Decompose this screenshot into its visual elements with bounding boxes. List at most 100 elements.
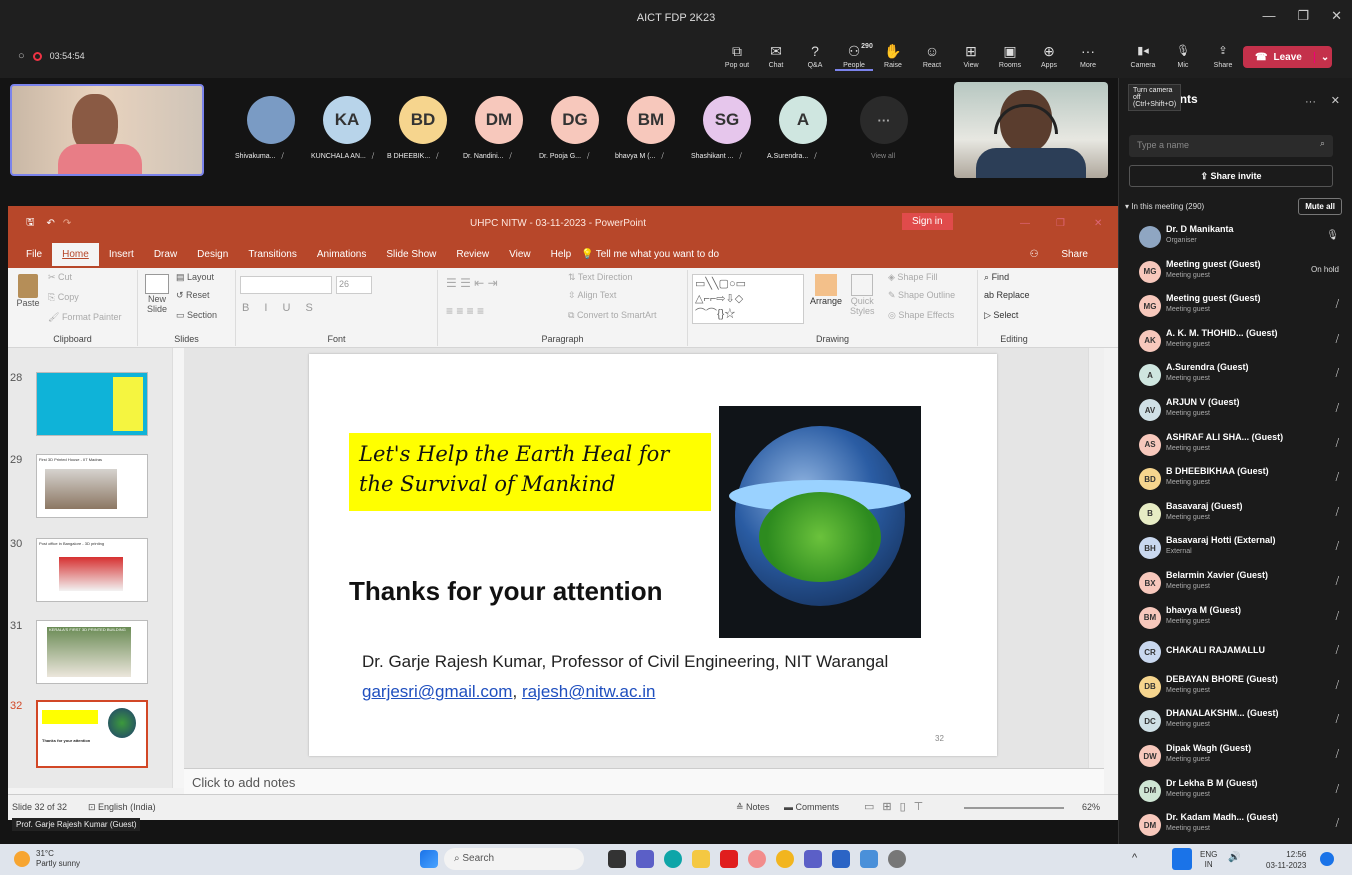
participant-row[interactable]: DM Dr. Kadam Madh... (Guest) Meeting guest… <box>1119 808 1352 842</box>
windows-start-icon[interactable] <box>420 850 438 868</box>
participant-row[interactable]: AK A. K. M. THOHID... (Guest) Meeting gues… <box>1119 324 1352 358</box>
toolbar-button-qa[interactable]: ? Q&A <box>796 43 834 71</box>
participant-row[interactable]: AV ARJUN V (Guest) Meeting guest ⧸ <box>1119 393 1352 427</box>
ribbon-tab-insert[interactable]: Insert <box>99 249 144 260</box>
share-button[interactable]: ⇪ Share <box>1204 43 1242 69</box>
panel-more-icon[interactable]: ··· <box>1305 96 1316 108</box>
email-link-1[interactable]: garjesri@gmail.com <box>362 682 512 701</box>
toolbar-button-people[interactable]: ⚇ 290 People <box>835 43 873 71</box>
ppt-share-button[interactable]: ⚇ Share <box>1010 249 1108 260</box>
participant-row[interactable]: BD B DHEEBIKHAA (Guest) Meeting guest ⧸ <box>1119 462 1352 496</box>
ribbon-tab-view[interactable]: View <box>499 249 541 260</box>
align-text-button[interactable]: ⇳ Align Text <box>568 290 616 301</box>
toolbar-button-chat[interactable]: ✉ Chat <box>757 43 795 71</box>
shapes-gallery[interactable]: ▭╲╲▢○▭ △⌐⌐⇨⇩◇ ⌒⌒{}☆ <box>692 274 804 324</box>
ppt-min-icon[interactable]: — <box>1020 218 1030 229</box>
notification-badge[interactable] <box>1320 852 1334 866</box>
participant-row[interactable]: MG Meeting guest (Guest) Meeting guest On h… <box>1119 255 1352 289</box>
ribbon-tab-slide-show[interactable]: Slide Show <box>376 249 446 260</box>
new-slide-button[interactable]: New Slide <box>142 274 172 314</box>
ppt-max-icon[interactable]: ❐ <box>1056 218 1065 229</box>
ppt-close-icon[interactable]: ✕ <box>1094 218 1102 229</box>
toolbar-button-react[interactable]: ☺ React <box>913 43 951 71</box>
participant-avatar[interactable]: BM <box>627 96 675 144</box>
participant-row[interactable]: Dr. D Manikanta Organiser 🎙 <box>1119 220 1352 254</box>
language-indicator[interactable]: ⊡ English (India) <box>88 802 156 813</box>
undo-icon[interactable]: ↶ <box>47 218 55 229</box>
slide-thumb-31[interactable]: KERALA'S FIRST 3D PRINTED BUILDING <box>36 620 148 684</box>
close-icon[interactable]: ✕ <box>1331 8 1342 24</box>
replace-button[interactable]: ab Replace <box>984 290 1030 300</box>
redo-icon[interactable]: ↷ <box>63 218 71 229</box>
edge-icon[interactable] <box>664 850 682 868</box>
canvas-scrollbar[interactable] <box>1088 348 1104 768</box>
comments-toggle[interactable]: ▬ Comments <box>784 802 839 812</box>
tell-me-input[interactable]: Tell me what you want to do <box>596 249 719 260</box>
current-slide[interactable]: Let's Help the Earth Heal for the Surviv… <box>309 354 997 756</box>
shape-outline-button[interactable]: ✎ Shape Outline <box>888 290 955 301</box>
file-explorer-icon[interactable] <box>692 850 710 868</box>
quick-styles-button[interactable]: Quick Styles <box>850 274 875 316</box>
participant-avatar[interactable]: DM <box>475 96 523 144</box>
participant-row[interactable]: MG Meeting guest (Guest) Meeting guest ⧸ <box>1119 289 1352 323</box>
paste-button[interactable]: Paste <box>14 274 42 308</box>
email-link-2[interactable]: rajesh@nitw.ac.in <box>522 682 656 701</box>
zoom-slider[interactable] <box>964 807 1064 809</box>
slide-thumb-30[interactable]: Post office in Bangalore - 3D printing <box>36 538 148 602</box>
participant-avatar[interactable]: BD <box>399 96 447 144</box>
copy-button[interactable]: ⎘ Copy <box>48 292 79 303</box>
participant-row[interactable]: BH Basavaraj Hotti (External) External ⧸ <box>1119 531 1352 565</box>
participant-row[interactable]: DW Dipak Wagh (Guest) Meeting guest ⧸ <box>1119 739 1352 773</box>
mute-all-button[interactable]: Mute all <box>1298 198 1342 215</box>
slide-thumb-29[interactable]: First 3D Printed House - IIT Madras <box>36 454 148 518</box>
save-icon[interactable]: 🖫 <box>26 215 35 232</box>
camera-button[interactable]: ▮◂ Camera <box>1124 43 1162 69</box>
participant-row[interactable]: CR CHAKALI RAJAMALLU ⧸ <box>1119 635 1352 669</box>
cut-button[interactable]: ✂ Cut <box>48 272 72 283</box>
participant-search[interactable]: Type a name ⌕ <box>1129 135 1333 157</box>
participant-row[interactable]: DM Dr Lekha B M (Guest) Meeting guest ⧸ <box>1119 774 1352 808</box>
mic-tray-icon[interactable] <box>1172 848 1192 870</box>
word-icon[interactable] <box>832 850 850 868</box>
taskbar-search[interactable]: ⌕ Search <box>444 848 584 870</box>
toolbar-button-popout[interactable]: ⧉ Pop out <box>718 43 756 71</box>
toolbar-button-apps[interactable]: ⊕ Apps <box>1030 43 1068 71</box>
mic-button[interactable]: 🎙 Mic <box>1164 43 1202 69</box>
layout-button[interactable]: ▤ Layout <box>176 272 214 283</box>
notes-pane[interactable]: Click to add notes <box>184 768 1104 794</box>
app-icon[interactable] <box>748 850 766 868</box>
slide-thumb-28[interactable] <box>36 372 148 436</box>
notes-toggle[interactable]: ≙ Notes <box>736 802 770 813</box>
participant-avatar[interactable]: A <box>779 96 827 144</box>
ribbon-tab-transitions[interactable]: Transitions <box>238 249 307 260</box>
participant-avatar[interactable] <box>247 96 295 144</box>
ribbon-tab-draw[interactable]: Draw <box>144 249 187 260</box>
minimize-icon[interactable]: — <box>1262 8 1275 24</box>
tray-chevron-icon[interactable]: ^ <box>1132 852 1137 864</box>
teams-chat-icon[interactable] <box>636 850 654 868</box>
ribbon-tab-review[interactable]: Review <box>446 249 499 260</box>
view-all-button[interactable]: ··· <box>860 96 908 144</box>
zoom-level[interactable]: 62% <box>1082 802 1100 812</box>
panel-close-icon[interactable]: ✕ <box>1331 94 1340 107</box>
shape-fill-button[interactable]: ◈ Shape Fill <box>888 272 937 283</box>
toolbar-button-view[interactable]: ⊞ View <box>952 43 990 71</box>
participant-row[interactable]: B Basavaraj (Guest) Meeting guest ⧸ <box>1119 497 1352 531</box>
network-app-icon[interactable] <box>860 850 878 868</box>
select-button[interactable]: ▷ Select <box>984 310 1018 321</box>
language-tray[interactable]: ENG IN <box>1200 850 1217 870</box>
chevron-down-icon[interactable]: ⌄ <box>1313 51 1329 63</box>
participant-avatar[interactable]: KA <box>323 96 371 144</box>
clock[interactable]: 12:56 03-11-2023 <box>1266 849 1306 871</box>
chrome-icon[interactable] <box>776 850 794 868</box>
weather-widget[interactable]: 31°C Partly sunny <box>14 849 80 869</box>
participant-row[interactable]: AS ASHRAF ALI SHA... (Guest) Meeting guest… <box>1119 428 1352 462</box>
font-name-input[interactable] <box>240 276 332 294</box>
font-size-input[interactable]: 26 <box>336 276 372 294</box>
arrange-button[interactable]: Arrange <box>810 274 842 306</box>
participant-row[interactable]: DB DEBAYAN BHORE (Guest) Meeting guest ⧸ <box>1119 670 1352 704</box>
ribbon-tab-home[interactable]: Home <box>52 242 99 266</box>
ribbon-tab-animations[interactable]: Animations <box>307 249 376 260</box>
volume-icon[interactable]: 🔊 <box>1228 852 1240 863</box>
video-tile-speaker[interactable] <box>10 84 204 176</box>
